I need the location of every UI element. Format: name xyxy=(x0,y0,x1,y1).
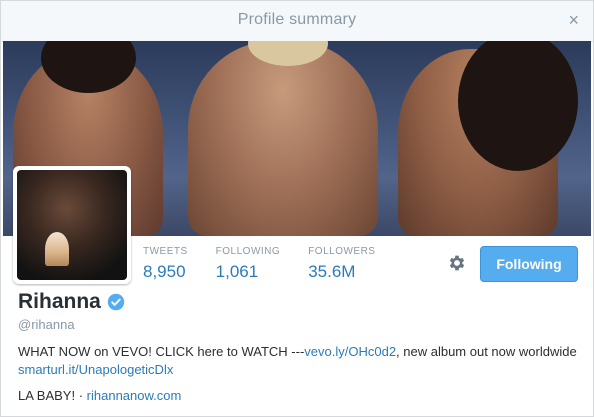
avatar[interactable] xyxy=(13,166,131,284)
stat-label: FOLLOWERS xyxy=(308,246,376,257)
dialog-title: Profile summary xyxy=(237,11,357,28)
avatar-detail xyxy=(45,232,69,266)
bio-link-vevo[interactable]: vevo.ly/OHc0d2 xyxy=(304,344,396,359)
banner-figure-hair xyxy=(458,41,578,171)
stat-value: 1,061 xyxy=(215,262,259,281)
gear-icon[interactable] xyxy=(447,253,467,273)
stat-value: 35.6M xyxy=(308,262,356,281)
profile-bio: WHAT NOW on VEVO! CLICK here to WATCH --… xyxy=(18,343,578,379)
dialog-header: Profile summary × xyxy=(1,1,593,42)
profile-location-row: LA BABY! · rihannanow.com xyxy=(18,388,181,403)
stat-label: TWEETS xyxy=(143,246,188,257)
close-icon[interactable]: × xyxy=(568,9,579,31)
profile-website-link[interactable]: rihannanow.com xyxy=(87,388,182,403)
bio-text: WHAT NOW on VEVO! CLICK here to WATCH --… xyxy=(18,344,305,359)
stat-value: 8,950 xyxy=(143,262,186,281)
bio-link-smarturl[interactable]: smarturl.it/UnapologeticDlx xyxy=(18,362,173,377)
stat-following[interactable]: FOLLOWING 1,061 xyxy=(216,246,281,282)
profile-stats: TWEETS 8,950 FOLLOWING 1,061 FOLLOWERS 3… xyxy=(143,246,375,282)
profile-handle: @rihanna xyxy=(18,317,75,332)
avatar-image xyxy=(17,170,127,280)
stat-label: FOLLOWING xyxy=(215,246,281,257)
banner-figure xyxy=(188,41,378,236)
separator: · xyxy=(75,388,87,403)
profile-location: LA BABY! xyxy=(18,388,76,403)
profile-name-row: Rihanna xyxy=(18,290,125,314)
bio-text: , new album out now worldwide xyxy=(396,344,577,359)
verified-badge-icon xyxy=(107,293,125,311)
following-button[interactable]: Following xyxy=(480,246,578,282)
stat-tweets[interactable]: TWEETS 8,950 xyxy=(143,246,188,282)
profile-summary-dialog: Profile summary × TWEETS 8,950 FOLLOWING… xyxy=(0,0,594,417)
stat-followers[interactable]: FOLLOWERS 35.6M xyxy=(308,246,375,282)
profile-name[interactable]: Rihanna xyxy=(18,290,101,314)
